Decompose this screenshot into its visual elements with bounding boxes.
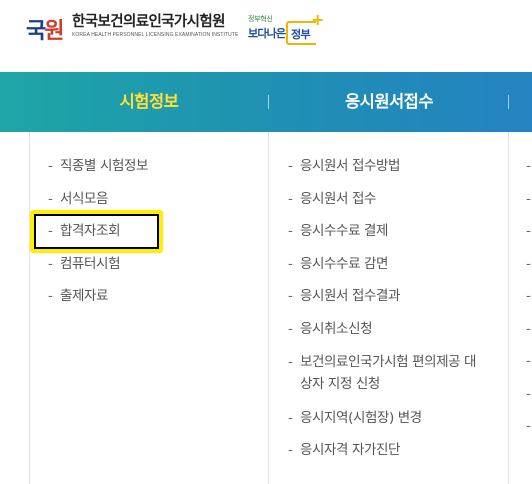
menu-column-application: 응시원서 접수방법 응시원서 접수 응시수수료 결제 응시수수료 감면 응시원서… bbox=[288, 156, 488, 473]
menu-item-accommodation-request[interactable]: 보건의료인국가시험 편의제공 대상자 지정 신청 bbox=[288, 351, 488, 395]
menu-item-fee-reduction[interactable]: 응시수수료 감면 bbox=[288, 254, 488, 274]
gov-innovation-title: 보다나은 bbox=[248, 27, 286, 40]
menu-column-cutoff bbox=[526, 156, 532, 449]
gov-innovation-label: 정부혁신 bbox=[248, 15, 273, 23]
menu-item-application-method[interactable]: 응시원서 접수방법 bbox=[288, 156, 488, 176]
menu-item-cutoff[interactable] bbox=[526, 351, 532, 384]
main-navigation: 시험정보 응시원서접수 bbox=[0, 72, 532, 132]
org-name-english: KOREA HEALTH PERSONNEL LICENSING EXAMINA… bbox=[72, 32, 239, 38]
menu-item-cutoff[interactable] bbox=[526, 416, 532, 449]
menu-item-application-submit[interactable]: 응시원서 접수 bbox=[288, 189, 488, 209]
menu-item-exam-materials[interactable]: 출제자료 bbox=[48, 286, 148, 319]
nav-divider bbox=[508, 95, 509, 109]
menu-item-exam-location-change[interactable]: 응시지역(시험장) 변경 bbox=[288, 408, 488, 428]
menu-item-cutoff[interactable] bbox=[526, 156, 532, 189]
menu-item-cutoff[interactable] bbox=[526, 254, 532, 287]
menu-item-eligibility-self-check[interactable]: 응시자격 자가진단 bbox=[288, 440, 488, 460]
menu-item-cutoff[interactable] bbox=[526, 319, 532, 352]
menu-item-exam-info-by-job[interactable]: 직종별 시험정보 bbox=[48, 156, 148, 189]
gov-innovation-logo[interactable]: 정부혁신 보다나은 정부 + bbox=[248, 10, 324, 48]
menu-item-cutoff[interactable] bbox=[526, 384, 532, 417]
column-divider bbox=[29, 132, 30, 484]
logo-emblem: 국원 bbox=[26, 13, 66, 49]
logo-emblem-text: 국원 bbox=[26, 19, 65, 44]
menu-item-cancel-application[interactable]: 응시취소신청 bbox=[288, 319, 488, 339]
menu-item-fee-payment[interactable]: 응시수수료 결제 bbox=[288, 221, 488, 241]
menu-item-computer-exam[interactable]: 컴퓨터시험 bbox=[48, 254, 148, 287]
site-header: 국원 한국보건의료인국가시험원 KOREA HEALTH PERSONNEL L… bbox=[0, 0, 532, 72]
logo-text: 한국보건의료인국가시험원 KOREA HEALTH PERSONNEL LICE… bbox=[72, 13, 238, 38]
org-name-korean: 한국보건의료인국가시험원 bbox=[72, 13, 225, 30]
plus-icon: + bbox=[311, 10, 325, 29]
nav-exam-info[interactable]: 시험정보 bbox=[30, 72, 268, 132]
column-divider bbox=[508, 132, 509, 484]
menu-item-cutoff[interactable] bbox=[526, 189, 532, 222]
menu-item-cutoff[interactable] bbox=[526, 221, 532, 254]
nav-application[interactable]: 응시원서접수 bbox=[270, 72, 508, 132]
gov-badge-text: 정부 bbox=[291, 28, 311, 41]
menu-item-application-result[interactable]: 응시원서 접수결과 bbox=[288, 286, 488, 306]
highlight-box bbox=[30, 210, 163, 253]
nav-divider bbox=[268, 95, 269, 109]
menu-item-cutoff[interactable] bbox=[526, 286, 532, 319]
kuksiwon-logo[interactable]: 국원 한국보건의료인국가시험원 KOREA HEALTH PERSONNEL L… bbox=[26, 13, 238, 49]
column-divider bbox=[268, 132, 269, 484]
dropdown-menu-panel: 직종별 시험정보 서식모음 합격자조회 컴퓨터시험 출제자료 응시원서 접수방법… bbox=[0, 132, 532, 484]
